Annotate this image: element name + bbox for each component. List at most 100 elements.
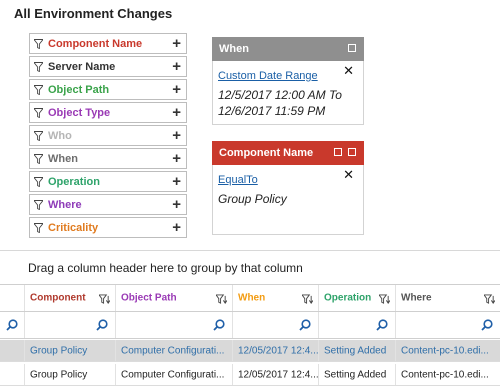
when-card-body: Custom Date Range ✕ 12/5/2017 12:00 AM T… [212,61,364,125]
equalto-link[interactable]: EqualTo [218,174,258,186]
filter-item-component-name[interactable]: Component Name + [29,33,187,54]
filter-item-server-name[interactable]: Server Name + [29,56,187,77]
filter-item-label: When [48,152,78,165]
when-value-line: 12/5/2017 12:00 AM To [218,88,342,102]
when-filter-card: When Custom Date Range ✕ 12/5/2017 12:00… [212,37,364,125]
search-icon[interactable] [299,319,311,331]
add-icon[interactable]: + [172,104,181,121]
row-selector[interactable] [0,364,24,385]
column-header-component[interactable]: Component [24,285,115,311]
component-filter-card: Component Name EqualTo ✕ Group Policy [212,141,364,235]
column-header-label: Operation [324,292,372,304]
filter-item-operation[interactable]: Operation + [29,171,187,192]
divider [0,250,500,251]
cell-text: Content-pc-10.edi... [401,369,489,380]
filter-sort-icon[interactable] [99,294,110,305]
cell-text: Content-pc-10.edi... [401,345,489,356]
cell-text: Computer Configurati... [121,369,225,380]
group-by-panel[interactable]: Drag a column header here to group by th… [28,261,303,275]
filter-sort-icon[interactable] [302,294,313,305]
cell-text: Group Policy [30,369,88,380]
filter-sort-icon[interactable] [484,294,495,305]
row-selector-header [0,285,24,311]
column-header-object-path[interactable]: Object Path [115,285,232,311]
add-icon[interactable]: + [172,219,181,236]
table-cell: 12/05/2017 12:4... [232,364,318,385]
table-cell: Group Policy [24,340,115,361]
filter-item-object-path[interactable]: Object Path + [29,79,187,100]
cell-text: Computer Configurati... [121,345,225,356]
column-header-where[interactable]: Where [395,285,500,311]
search-icon[interactable] [213,319,225,331]
column-header-operation[interactable]: Operation [318,285,395,311]
funnel-icon [34,176,43,187]
add-icon[interactable]: + [172,127,181,144]
filter-item-label: Operation [48,175,100,188]
filter-item-who[interactable]: Who + [29,125,187,146]
collapse-icon[interactable] [348,148,356,156]
add-icon[interactable]: + [172,196,181,213]
row-selector[interactable] [0,340,24,361]
funnel-icon [34,199,43,210]
expand-icon[interactable] [334,148,342,156]
filter-item-label: Server Name [48,60,116,73]
filter-item-label: Object Path [48,83,110,96]
funnel-icon [34,84,43,95]
filter-item-label: Component Name [48,37,143,50]
column-header-label: When [238,292,266,304]
funnel-icon [34,130,43,141]
component-card-title: Component Name [219,147,314,159]
column-header-label: Object Path [121,292,177,304]
add-icon[interactable]: + [172,58,181,75]
filter-sort-icon[interactable] [216,294,227,305]
add-icon[interactable]: + [172,173,181,190]
when-card-header[interactable]: When [212,37,364,61]
filter-cell-component[interactable] [24,312,115,338]
search-icon[interactable] [481,319,493,331]
component-card-value: Group Policy [218,192,287,206]
search-icon[interactable] [96,319,108,331]
filter-item-label: Object Type [48,106,111,119]
date-range-link[interactable]: Custom Date Range [218,70,318,82]
filter-cell-operation[interactable] [318,312,395,338]
add-icon[interactable]: + [172,81,181,98]
search-icon[interactable] [6,319,18,331]
table-row[interactable]: Group Policy Computer Configurati... 12/… [0,364,500,386]
when-card-title: When [219,43,249,55]
search-icon[interactable] [376,319,388,331]
cell-text: Setting Added [324,369,387,380]
cell-text: 12/05/2017 12:4... [238,345,318,356]
filter-item-where[interactable]: Where + [29,194,187,215]
funnel-icon [34,153,43,164]
filter-cell-where[interactable] [395,312,500,338]
table-cell: Group Policy [24,364,115,385]
close-icon[interactable]: ✕ [343,167,354,183]
component-card-header[interactable]: Component Name [212,141,364,165]
table-cell: Setting Added [318,364,395,385]
filter-item-object-type[interactable]: Object Type + [29,102,187,123]
table-cell: Content-pc-10.edi... [395,364,500,385]
funnel-icon [34,107,43,118]
funnel-icon [34,38,43,49]
when-card-value: 12/5/2017 12:00 AM To 12/6/2017 11:59 PM [218,87,358,119]
add-icon[interactable]: + [172,35,181,52]
filter-item-when[interactable]: When + [29,148,187,169]
column-header-label: Component [30,292,86,304]
filter-item-label: Who [48,129,72,142]
filter-cell-object-path[interactable] [115,312,232,338]
column-header-when[interactable]: When [232,285,318,311]
filter-sort-icon[interactable] [379,294,390,305]
row-filter-selector[interactable] [0,312,24,338]
page-title: All Environment Changes [14,6,173,21]
funnel-icon [34,61,43,72]
filter-item-criticality[interactable]: Criticality + [29,217,187,238]
table-row[interactable]: Group Policy Computer Configurati... 12/… [0,340,500,362]
table-cell: 12/05/2017 12:4... [232,340,318,361]
close-icon[interactable]: ✕ [343,63,354,79]
table-cell: Computer Configurati... [115,340,232,361]
filter-cell-when[interactable] [232,312,318,338]
collapse-icon[interactable] [348,44,356,52]
when-value-line: 12/6/2017 11:59 PM [218,104,326,118]
add-icon[interactable]: + [172,150,181,167]
cell-text: 12/05/2017 12:4... [238,369,318,380]
